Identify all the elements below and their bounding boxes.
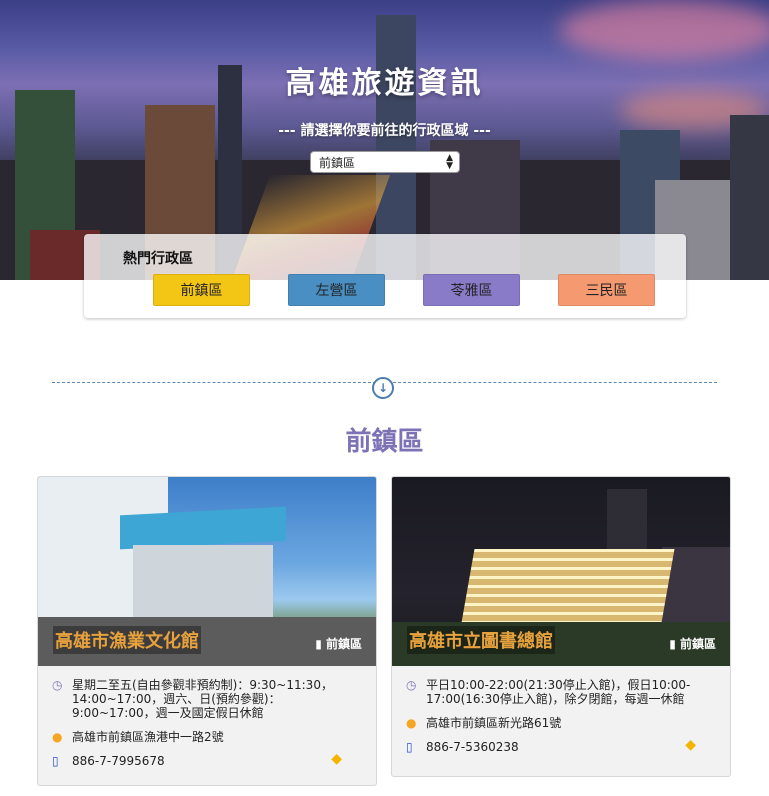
map-pin-icon: ● bbox=[406, 716, 417, 730]
address: ● 高雄市前鎮區新光路61號 bbox=[406, 716, 716, 730]
museum-sign bbox=[120, 506, 286, 550]
district-select[interactable]: 前鎮區 ▲ ▼ bbox=[310, 151, 460, 173]
district-tag: ▮ 前鎮區 bbox=[669, 635, 716, 652]
section-title: 前鎮區 bbox=[345, 427, 424, 457]
phone: ▯ 886-7-5360238 ◆ bbox=[406, 737, 716, 754]
arrow-down-circle-icon[interactable]: ↓ bbox=[372, 377, 394, 399]
attraction-card[interactable]: 高雄市立圖書總館 ▮ 前鎮區 ◷ 平日10:00-22:00(21:30停止入館… bbox=[391, 476, 731, 777]
attraction-name: 高雄市漁業文化館 bbox=[53, 626, 201, 654]
clock-icon: ◷ bbox=[52, 678, 63, 692]
address: ● 高雄市前鎮區漁港中一路2號 bbox=[52, 730, 362, 744]
attraction-card[interactable]: 高雄市漁業文化館 ▮ 前鎮區 ◷ 星期二至五(自由參觀非預約制)：9:30~11… bbox=[37, 476, 377, 786]
phone: ▯ 886-7-7995678 ◆ bbox=[52, 751, 362, 768]
entrance bbox=[133, 545, 273, 625]
opening-hours-text: 星期二至五(自由參觀非預約制)：9:30~11:30，14:00~17:00，週… bbox=[72, 678, 333, 720]
hot-district-title: 熱門行政區 bbox=[123, 251, 193, 267]
opening-hours: ◷ 星期二至五(自由參觀非預約制)：9:30~11:30，14:00~17:00… bbox=[52, 678, 362, 720]
bookmark-icon: ▮ bbox=[315, 637, 322, 651]
select-arrows-icon: ▲ ▼ bbox=[446, 153, 453, 171]
phone-icon: ▯ bbox=[406, 740, 413, 754]
hot-district-button[interactable]: 三民區 bbox=[558, 274, 655, 306]
opening-hours-text: 平日10:00-22:00(21:30停止入館)，假日10:00-17:00(1… bbox=[426, 678, 691, 706]
district-tag: ▮ 前鎮區 bbox=[315, 635, 362, 652]
district-tag-label: 前鎮區 bbox=[325, 637, 362, 651]
tag-icon: ◆ bbox=[685, 737, 696, 753]
tag-icon: ◆ bbox=[331, 751, 342, 767]
page-title: 高雄旅遊資訊 bbox=[285, 66, 484, 101]
district-prompt: --- 請選擇你要前往的行政區域 --- bbox=[278, 123, 491, 139]
phone-text[interactable]: 886-7-5360238 bbox=[426, 740, 519, 754]
hot-district-button[interactable]: 左營區 bbox=[288, 274, 385, 306]
attraction-details: ◷ 平日10:00-22:00(21:30停止入館)，假日10:00-17:00… bbox=[392, 666, 730, 774]
map-pin-icon: ● bbox=[52, 730, 63, 744]
district-tag-label: 前鎮區 bbox=[679, 637, 716, 651]
opening-hours: ◷ 平日10:00-22:00(21:30停止入館)，假日10:00-17:00… bbox=[406, 678, 716, 706]
clock-icon: ◷ bbox=[406, 678, 417, 692]
phone-text[interactable]: 886-7-7995678 bbox=[72, 754, 165, 768]
attraction-details: ◷ 星期二至五(自由參觀非預約制)：9:30~11:30，14:00~17:00… bbox=[38, 666, 376, 785]
hot-district-button[interactable]: 苓雅區 bbox=[423, 274, 520, 306]
address-text: 高雄市前鎮區漁港中一路2號 bbox=[72, 730, 224, 744]
attraction-name: 高雄市立圖書總館 bbox=[407, 626, 555, 654]
hot-district-button[interactable]: 前鎮區 bbox=[153, 274, 250, 306]
attraction-photo: 高雄市漁業文化館 ▮ 前鎮區 bbox=[38, 477, 376, 666]
attraction-photo: 高雄市立圖書總館 ▮ 前鎮區 bbox=[392, 477, 730, 666]
address-text: 高雄市前鎮區新光路61號 bbox=[426, 716, 562, 730]
bookmark-icon: ▮ bbox=[669, 637, 676, 651]
phone-icon: ▯ bbox=[52, 754, 59, 768]
sunset-glow bbox=[560, 0, 769, 60]
district-select-value: 前鎮區 bbox=[319, 156, 356, 170]
